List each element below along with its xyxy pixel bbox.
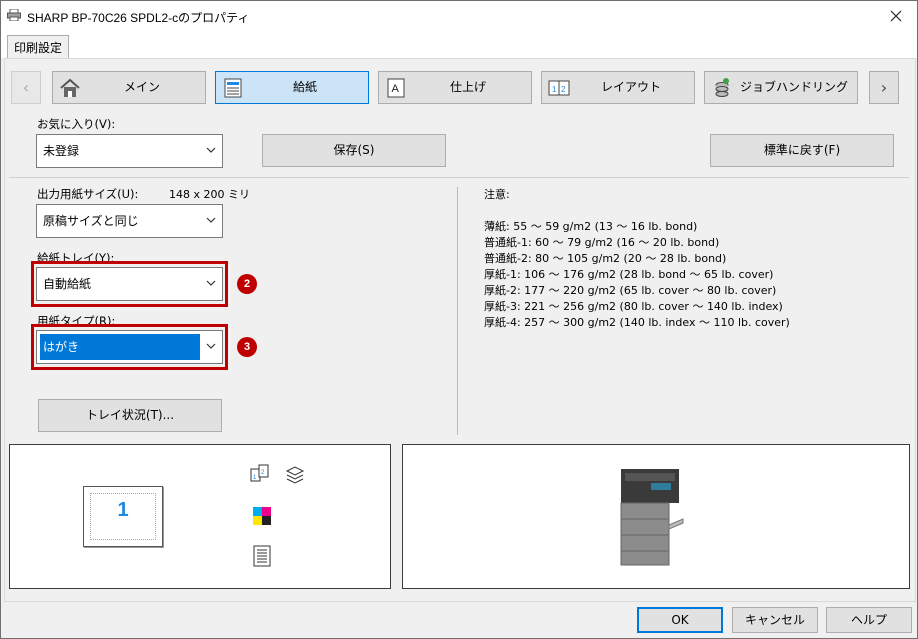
paper-tray-select[interactable]: 自動給紙 [36,267,223,301]
notes-title: 注意: [484,188,510,201]
tab-strip [1,31,917,58]
title-bar: SHARP BP-70C26 SPDL2-cのプロパティ [1,1,917,31]
chevron-down-icon [206,280,216,286]
paper-tray-value: 自動給紙 [43,277,92,291]
nav-job-handling-label: ジョブハンドリング [739,80,848,94]
output-size-label: 出力用紙サイズ(U): [37,187,139,201]
home-icon [60,78,80,97]
nav-paper-source-label: 給紙 [292,80,317,94]
nav-paper-source-button[interactable]: 給紙 [215,71,369,104]
paper-feed-icon [224,78,242,98]
nav-layout-button[interactable]: 1 2 レイアウト [541,71,695,104]
svg-text:1: 1 [552,85,557,94]
notes-panel: 注意: 薄紙: 55 〜 59 g/m2 (13 〜 16 lb. bond) … [484,187,790,331]
nav-main-button[interactable]: メイン [52,71,206,104]
column-divider [457,187,458,435]
nav-main-label: メイン [123,80,160,94]
collate-icon: 1 2 [250,464,269,482]
chevron-down-icon [206,217,216,223]
finishing-icon: A [387,78,405,98]
paper-type-select[interactable]: はがき [36,330,223,364]
nav-finishing-label: 仕上げ [449,80,486,94]
ok-button[interactable]: OK [637,607,723,633]
notes-line: 普通紙-2: 80 〜 105 g/m2 (20 〜 28 lb. bond) [484,252,727,265]
cancel-button[interactable]: キャンセル [732,607,818,633]
help-button[interactable]: ヘルプ [826,607,912,633]
svg-text:A: A [392,83,400,95]
notes-line: 厚紙-3: 221 〜 256 g/m2 (80 lb. cover 〜 140… [484,300,783,313]
layout-icon: 1 2 [548,80,570,96]
notes-line: 厚紙-1: 106 〜 176 g/m2 (28 lb. bond 〜 65 l… [484,268,774,281]
output-size-value: 原稿サイズと同じ [43,214,139,228]
nav-job-handling-button[interactable]: ジョブハンドリング [704,71,858,104]
paper-type-value: はがき [43,340,80,354]
step-badge: 3 [237,337,257,357]
reset-defaults-button[interactable]: 標準に戻す(F) [710,134,894,167]
printer-icon [7,9,21,21]
nav-scroll-left-button[interactable]: ‹ [11,71,41,104]
color-mode-icon [253,507,271,525]
output-size-select[interactable]: 原稿サイズと同じ [36,204,223,238]
tray-status-button[interactable]: トレイ状況(T)... [38,399,222,432]
step-badge: 2 [237,274,257,294]
page-thumbnail: 1 [83,486,163,547]
document-icon [253,545,271,567]
save-button[interactable]: 保存(S) [262,134,446,167]
chevron-down-icon [206,147,216,153]
job-handling-icon [715,78,729,97]
window-title: SHARP BP-70C26 SPDL2-cのプロパティ [27,11,250,25]
notes-line: 厚紙-4: 257 〜 300 g/m2 (140 lb. index 〜 11… [484,316,790,329]
output-size-dimension: 148 x 200 ミリ [169,188,250,201]
tab-print-settings[interactable]: 印刷設定 [7,35,69,60]
svg-text:2: 2 [561,85,566,94]
page-preview-panel [9,444,391,589]
notes-line: 薄紙: 55 〜 59 g/m2 (13 〜 16 lb. bond) [484,220,698,233]
properties-dialog: SHARP BP-70C26 SPDL2-cのプロパティ 印刷設定 ‹ メイン … [0,0,918,639]
nav-layout-label: レイアウト [600,80,661,94]
nav-finishing-button[interactable]: A 仕上げ [378,71,532,104]
favorites-value: 未登録 [43,144,80,158]
favorites-label: お気に入り(V): [37,117,116,131]
notes-line: 厚紙-2: 177 〜 220 g/m2 (65 lb. cover 〜 80 … [484,284,777,297]
notes-line: 普通紙-1: 60 〜 79 g/m2 (16 〜 20 lb. bond) [484,236,720,249]
close-icon [890,10,902,22]
divider [9,177,909,178]
page-number: 1 [117,499,129,521]
chevron-down-icon [206,343,216,349]
favorites-select[interactable]: 未登録 [36,134,223,168]
close-button[interactable] [881,5,911,27]
stack-icon [285,466,305,484]
printer-image-icon [620,469,684,566]
nav-scroll-right-button[interactable]: › [869,71,899,104]
